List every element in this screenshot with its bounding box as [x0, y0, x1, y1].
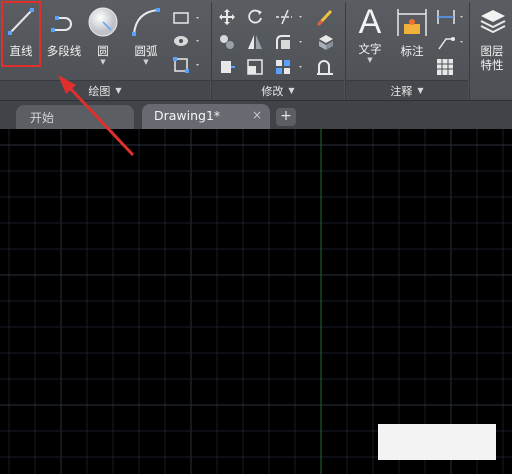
drawing-canvas[interactable] [0, 129, 512, 474]
annotate-panel-expand-icon: ▼ [417, 86, 424, 95]
draw-panel-title: 绘图 [88, 84, 111, 98]
arc-label: 圆弧 [134, 44, 158, 58]
draw-panel-expand-icon: ▼ [115, 86, 122, 95]
polyline-button[interactable]: 多段线 [44, 6, 84, 58]
copy-icon[interactable] [218, 33, 236, 51]
modify-panel-title: 修改 [261, 84, 284, 98]
stretch-icon[interactable] [218, 58, 236, 76]
dimension-button[interactable]: 标注 [392, 6, 432, 58]
layers-icon [480, 10, 506, 34]
dimension-label: 标注 [400, 44, 424, 58]
fillet-icon[interactable] [274, 33, 306, 51]
scale-icon[interactable] [246, 58, 264, 76]
leader-icon[interactable] [436, 33, 466, 51]
explode-icon[interactable] [316, 33, 336, 51]
offset-icon[interactable] [316, 58, 336, 76]
ribbon: 直线 多段线 圆 ▼ 圆弧 ▼ 绘图 ▼ 修改 ▼ A 文字 ▼ 标注 注释 ▼… [0, 0, 512, 101]
svg-text:A: A [359, 4, 382, 38]
text-button[interactable]: A 文字 ▼ [351, 4, 389, 64]
arc-dropdown-icon[interactable]: ▼ [143, 58, 148, 66]
circle-button[interactable]: 圆 ▼ [86, 6, 120, 66]
circle-icon [88, 7, 118, 37]
annotate-panel-footer[interactable]: 注释 ▼ [346, 80, 468, 100]
move-icon[interactable] [218, 8, 236, 26]
modify-panel-footer[interactable]: 修改 ▼ [212, 80, 344, 100]
watermark-box [378, 424, 496, 460]
table-icon[interactable] [436, 58, 454, 76]
hatch-icon[interactable] [172, 33, 202, 49]
circle-label: 圆 [97, 44, 109, 58]
text-label: 文字 [358, 42, 382, 56]
close-icon[interactable]: × [252, 108, 262, 122]
text-icon: A [359, 4, 382, 38]
panel-separator [469, 2, 470, 100]
tab-start-label: 开始 [30, 111, 55, 125]
circle-dropdown-icon[interactable]: ▼ [100, 58, 105, 66]
annotate-panel-title: 注释 [390, 84, 413, 98]
layer-properties-label-1: 图层 [480, 44, 504, 58]
modify-panel-expand-icon: ▼ [288, 86, 295, 95]
linear-dim-icon[interactable] [436, 8, 466, 26]
text-dropdown-icon[interactable]: ▼ [367, 56, 372, 64]
tab-drawing1[interactable]: Drawing1* × [142, 104, 270, 129]
layer-properties-button[interactable]: 图层 特性 [473, 6, 511, 72]
polyline-label: 多段线 [46, 44, 82, 58]
new-tab-button[interactable]: + [276, 108, 296, 126]
tab-start[interactable]: 开始 [16, 105, 134, 129]
trim-icon[interactable] [274, 8, 306, 26]
mirror-icon[interactable] [246, 33, 264, 51]
document-tab-bar: 开始 Drawing1* × + [0, 101, 512, 129]
erase-icon[interactable] [316, 8, 336, 26]
rotate-icon[interactable] [246, 8, 264, 26]
array-icon[interactable] [274, 58, 306, 76]
arc-icon [132, 8, 160, 36]
arc-button[interactable]: 圆弧 ▼ [126, 6, 166, 66]
rectangle-icon[interactable] [172, 10, 202, 26]
line-button-highlight [1, 1, 41, 67]
polyline-icon [51, 16, 72, 32]
layer-properties-label-2: 特性 [480, 58, 504, 72]
boundary-icon[interactable] [172, 56, 202, 74]
dimension-icon [397, 9, 427, 36]
tab-drawing1-label: Drawing1* [154, 108, 221, 123]
draw-panel-footer[interactable]: 绘图 ▼ [0, 80, 210, 100]
grid [0, 129, 512, 474]
